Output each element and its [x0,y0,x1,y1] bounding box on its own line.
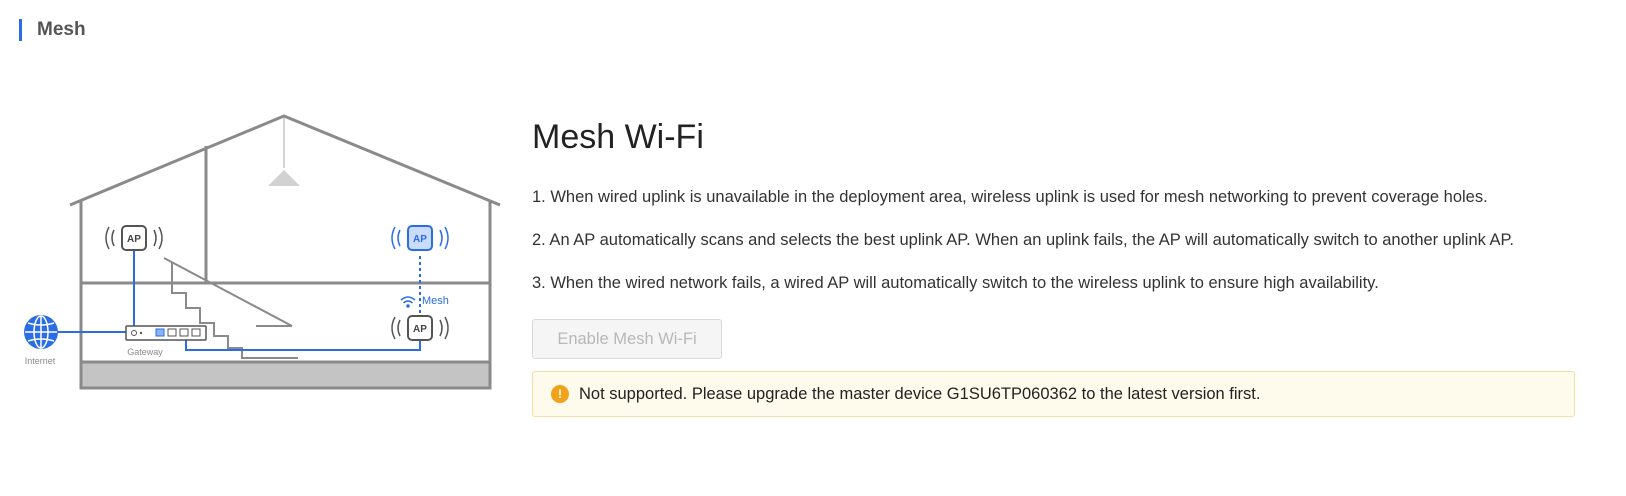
internet-globe-icon [24,315,58,349]
description-2: 2. An AP automatically scans and selects… [532,231,1515,249]
warning-icon: ! [551,385,569,403]
house-ground [79,360,492,390]
gateway-icon [125,325,207,341]
mesh-illustration: Internet Gateway AP AP Mesh AP [24,114,501,390]
notice-text: Not supported. Please upgrade the master… [579,384,1261,403]
ap-lower-right-label: AP [413,324,427,335]
ap-upper-left-label: AP [127,234,141,245]
mesh-content: Mesh Wi-Fi 1. When wired uplink is unava… [532,112,1612,417]
ap-mesh-label: AP [413,234,427,245]
description-1: 1. When wired uplink is unavailable in t… [532,188,1488,206]
wifi-icon [400,296,416,308]
page-title: Mesh Wi-Fi [532,118,704,156]
internet-label: Internet [25,356,56,366]
mesh-label: Mesh [422,295,449,307]
stairs [163,257,298,359]
gateway-label: Gateway [127,347,163,357]
description-3: 3. When the wired network fails, a wired… [532,274,1379,292]
warning-notice: ! Not supported. Please upgrade the mast… [532,371,1575,417]
lamp-icon [268,170,300,186]
section-title: Mesh [37,19,86,40]
enable-mesh-wifi-button[interactable]: Enable Mesh Wi-Fi [532,319,722,359]
section-accent-bar [19,19,22,41]
section-header: Mesh [19,18,86,42]
